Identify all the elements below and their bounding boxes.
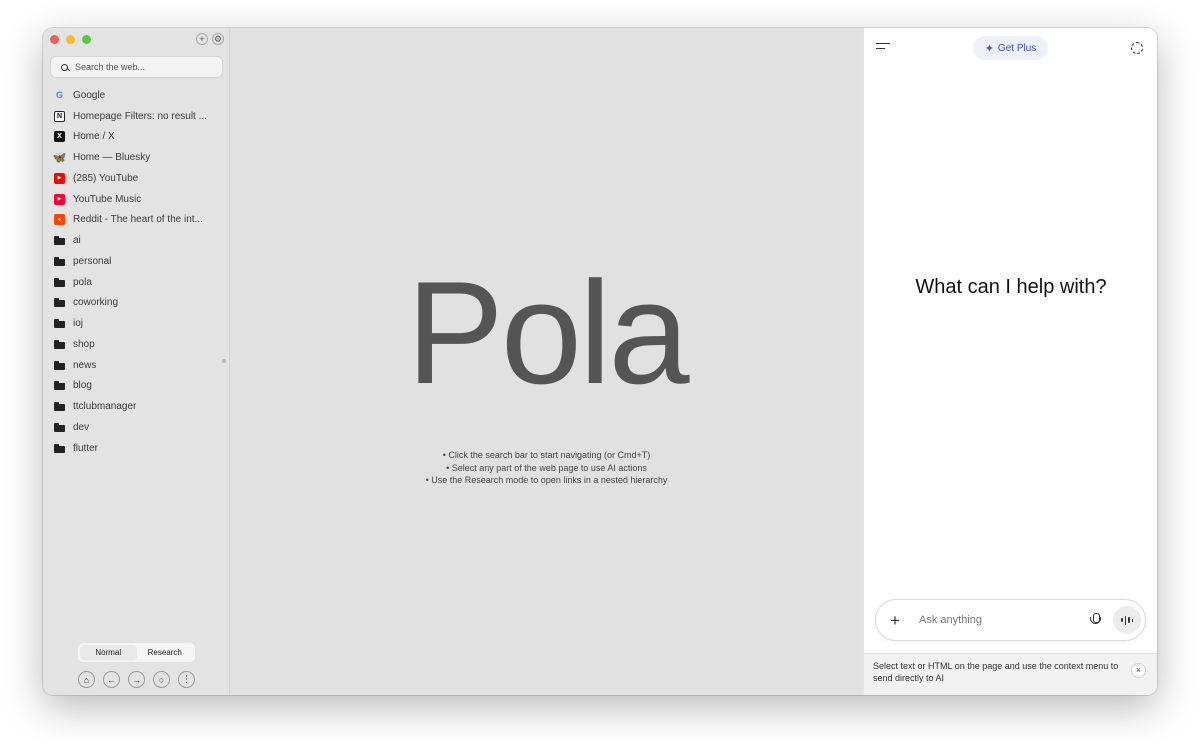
ask-input[interactable] (919, 614, 1089, 626)
item-label: Google (73, 89, 106, 101)
context-menu-hint: Select text or HTML on the page and use … (864, 653, 1157, 695)
tip-text: • Select any part of the web page to use… (446, 462, 647, 473)
get-plus-label: Get Plus (997, 42, 1037, 54)
browser-window: + ⚙ G Google N Homepage Filters: no result … (43, 28, 1157, 695)
item-label: (285) YouTube (73, 172, 139, 184)
sparkle-icon: ✦ (984, 42, 994, 55)
pin-icon[interactable]: ⌂ (78, 671, 95, 688)
tab-item[interactable]: ▶ YouTube Music (43, 189, 230, 210)
item-label: ioj (73, 318, 84, 330)
research-mode-button[interactable]: Research (137, 645, 194, 660)
back-arrow-icon[interactable]: ← (103, 671, 120, 688)
folder-item[interactable]: ai (43, 230, 230, 251)
chat-bubble-icon[interactable]: ○ (153, 671, 170, 688)
chat-composer: + (875, 599, 1146, 641)
tip-text: • Click the search bar to start navigati… (442, 450, 651, 460)
new-tab-button[interactable]: + (196, 33, 208, 45)
reddit-icon: ● (54, 214, 65, 226)
item-label: YouTube Music (73, 193, 142, 205)
close-window-button[interactable] (50, 35, 59, 44)
zoom-window-button[interactable] (82, 35, 91, 44)
new-tab-page: Pola • Click the search bar to start nav… (231, 28, 862, 695)
folder-item[interactable]: news (43, 355, 230, 376)
sidebar: + ⚙ G Google N Homepage Filters: no result … (43, 28, 230, 695)
get-plus-button[interactable]: ✦ Get Plus (973, 36, 1048, 60)
microphone-icon[interactable] (1089, 612, 1103, 628)
tips-list: • Click the search bar to start navigati… (231, 449, 862, 487)
chat-headline: What can I help with? (915, 276, 1107, 298)
item-label: ai (73, 235, 81, 247)
tab-item[interactable]: ● Reddit - The heart of the int... (43, 210, 230, 231)
voice-mode-button[interactable] (1113, 606, 1141, 634)
pola-logo: Pola (406, 251, 689, 414)
item-label: Home — Bluesky (73, 152, 151, 164)
tab-item[interactable]: X Home / X (43, 127, 230, 148)
folder-icon (54, 318, 65, 329)
item-label: flutter (73, 442, 99, 454)
item-label: blog (73, 380, 92, 392)
more-options-icon[interactable]: ⋮ (178, 671, 195, 688)
menu-icon[interactable] (876, 42, 891, 52)
tab-item[interactable]: G Google (43, 85, 230, 106)
mode-toggle: Normal Research (78, 643, 195, 662)
youtube-music-icon: ▶ (54, 193, 65, 205)
window-controls (50, 35, 91, 44)
folder-item[interactable]: dev (43, 417, 230, 438)
folder-icon (54, 401, 65, 412)
youtube-icon: ▶ (54, 172, 65, 184)
ai-chat-panel: ✦ Get Plus What can I help with? + Selec… (863, 28, 1157, 695)
tab-item[interactable]: 🦋 Home — Bluesky (43, 147, 230, 168)
temporary-chat-icon[interactable] (1131, 42, 1143, 54)
sidebar-bottom-toolbar: ⌂ ← → ○ ⋮ (78, 671, 195, 688)
folder-icon (54, 360, 65, 371)
folder-item[interactable]: flutter (43, 438, 230, 459)
close-icon[interactable]: × (1131, 663, 1146, 678)
item-label: shop (73, 338, 95, 350)
minimize-window-button[interactable] (66, 35, 75, 44)
folder-item[interactable]: personal (43, 251, 230, 272)
item-label: personal (73, 255, 112, 267)
folder-icon (54, 235, 65, 246)
folder-item[interactable]: ioj (43, 313, 230, 334)
folder-icon (54, 297, 65, 308)
item-label: pola (73, 276, 92, 288)
folder-icon (54, 422, 65, 433)
item-label: Homepage Filters: no result ... (73, 110, 207, 122)
bluesky-icon: 🦋 (52, 152, 67, 165)
folder-icon (54, 256, 65, 267)
tab-list: G Google N Homepage Filters: no result ... X… (43, 85, 230, 459)
google-icon: G (55, 90, 63, 101)
attach-plus-icon[interactable]: + (890, 612, 906, 629)
folder-icon (54, 339, 65, 350)
item-label: Reddit - The heart of the int... (73, 214, 203, 226)
x-icon: X (54, 131, 65, 143)
folder-icon (54, 277, 65, 288)
search-input[interactable] (75, 62, 215, 72)
settings-gear-icon[interactable]: ⚙ (212, 33, 224, 45)
notion-icon: N (54, 110, 65, 122)
item-label: dev (73, 421, 90, 433)
tip-text: • Use the Research mode to open links in… (425, 475, 668, 485)
search-icon (61, 63, 68, 71)
item-label: Home / X (73, 131, 115, 143)
search-bar[interactable] (50, 56, 223, 78)
item-label: news (73, 359, 97, 371)
folder-icon (54, 380, 65, 391)
folder-item[interactable]: coworking (43, 293, 230, 314)
tab-item[interactable]: ▶ (285) YouTube (43, 168, 230, 189)
sidebar-resize-handle[interactable] (222, 359, 226, 363)
tab-item[interactable]: N Homepage Filters: no result ... (43, 106, 230, 127)
item-label: coworking (73, 297, 119, 309)
folder-icon (54, 443, 65, 454)
folder-item[interactable]: blog (43, 376, 230, 397)
sidebar-top-actions: + ⚙ (196, 33, 224, 45)
forward-arrow-icon[interactable]: → (128, 671, 145, 688)
folder-item[interactable]: ttclubmanager (43, 396, 230, 417)
folder-item[interactable]: pola (43, 272, 230, 293)
folder-item[interactable]: shop (43, 334, 230, 355)
normal-mode-button[interactable]: Normal (80, 645, 137, 660)
item-label: ttclubmanager (73, 401, 137, 413)
